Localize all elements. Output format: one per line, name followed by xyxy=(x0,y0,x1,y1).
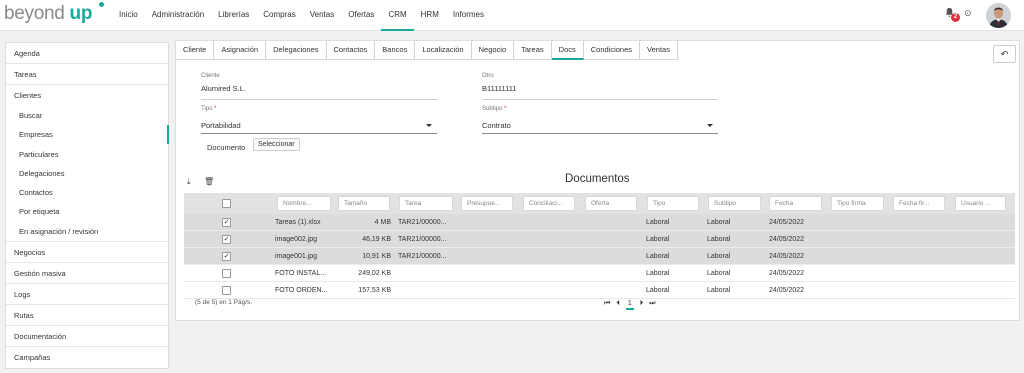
tab-localizacion[interactable]: Localización xyxy=(415,41,472,60)
sidebar: Agenda Tareas Clientes Buscar Empresas P… xyxy=(5,42,169,370)
tab-ventas[interactable]: Ventas xyxy=(640,41,678,60)
sidebar-item-tareas[interactable]: Tareas xyxy=(6,64,168,85)
tab-tareas[interactable]: Tareas xyxy=(514,41,552,60)
table-row[interactable]: ✓ Tareas (1).xlsx 4 MB TAR21/00000... La… xyxy=(184,214,1015,231)
tipo-select[interactable]: Portabilidad xyxy=(201,121,437,133)
sidebar-item-documentacion[interactable]: Documentación xyxy=(6,326,168,348)
tab-delegaciones[interactable]: Delegaciones xyxy=(266,41,327,60)
tab-docs[interactable]: Docs xyxy=(551,41,584,60)
nav-administracion[interactable]: Administración xyxy=(145,0,211,31)
trash-icon[interactable]: 🗑 xyxy=(204,177,214,186)
back-button[interactable]: ↶ xyxy=(993,45,1016,63)
sidebar-sub-empresas[interactable]: Empresas xyxy=(6,125,169,145)
app-logo[interactable]: beyond up xyxy=(4,2,104,25)
sidebar-sub-particulares[interactable]: Particulares xyxy=(6,145,168,164)
sidebar-sub-por-etiqueta[interactable]: Por etiqueta xyxy=(6,202,168,221)
nav-inicio[interactable]: Inicio xyxy=(112,0,145,31)
main-nav: Inicio Administración Librerías Compras … xyxy=(112,0,491,31)
cliente-value: Alumired S.L. xyxy=(201,84,247,93)
filter-oferta[interactable]: Oferta xyxy=(585,196,637,211)
first-page-icon[interactable]: ⏮ xyxy=(604,297,610,310)
nav-informes[interactable]: Informes xyxy=(446,0,491,31)
filter-tarea[interactable]: Tarea xyxy=(399,196,453,211)
settings-icon[interactable]: ⊙ xyxy=(964,8,972,19)
sidebar-sub-delegaciones[interactable]: Delegaciones xyxy=(6,164,168,183)
tab-condiciones[interactable]: Condiciones xyxy=(583,41,641,60)
sidebar-sub-buscar[interactable]: Buscar xyxy=(6,106,168,125)
row-checkbox[interactable] xyxy=(222,286,231,295)
sidebar-item-clientes[interactable]: Clientes xyxy=(6,85,168,106)
table-row[interactable]: ✓ image002.jpg 46,19 KB TAR21/00000... L… xyxy=(184,231,1015,248)
sidebar-item-agenda[interactable]: Agenda xyxy=(6,43,168,64)
tab-asignacion[interactable]: Asignación xyxy=(214,41,267,60)
last-page-icon[interactable]: ⏭ xyxy=(649,297,655,310)
filter-fecha-firma[interactable]: Fecha fir... xyxy=(893,196,945,211)
documents-title: Documentos xyxy=(565,173,630,185)
notifications-button[interactable]: 2 xyxy=(944,7,960,22)
notification-badge: 2 xyxy=(951,13,960,22)
sidebar-item-gestion-masiva[interactable]: Gestión masiva xyxy=(6,263,168,285)
clientes-submenu: Buscar Empresas Particulares Delegacione… xyxy=(6,106,169,243)
row-checkbox[interactable]: ✓ xyxy=(222,235,231,244)
pagination: ⏮ ⏴ 1 ⏵ ⏭ xyxy=(604,297,662,310)
sidebar-item-rutas[interactable]: Rutas xyxy=(6,305,168,327)
subtipo-label: Subtipo * xyxy=(482,106,507,112)
row-checkbox[interactable]: ✓ xyxy=(222,218,231,227)
filter-conciliacion[interactable]: Conciliaci... xyxy=(523,196,575,211)
top-bar: beyond up Inicio Administración Librería… xyxy=(0,0,1024,31)
prev-page-icon[interactable]: ⏴ xyxy=(616,297,620,310)
next-page-icon[interactable]: ⏵ xyxy=(640,297,644,310)
documento-label: Documento xyxy=(207,143,246,152)
sidebar-sub-en-asignacion[interactable]: En asignación / revisión xyxy=(6,222,168,241)
tab-bar: Cliente Asignación Delegaciones Contacto… xyxy=(176,41,678,60)
nav-compras[interactable]: Compras xyxy=(256,0,302,31)
filter-tipo[interactable]: Tipo xyxy=(647,196,699,211)
filter-row: Nombre... Tamaño Tarea Presupue... Conci… xyxy=(184,193,1015,214)
tab-contactos[interactable]: Contactos xyxy=(326,41,376,60)
table-row[interactable]: FOTO ORDEN... 157,53 KB Laboral Laboral … xyxy=(184,282,1015,299)
nav-crm[interactable]: CRM xyxy=(381,0,414,31)
sidebar-sub-contactos[interactable]: Contactos xyxy=(6,183,168,202)
seleccionar-button[interactable]: Seleccionar xyxy=(253,138,300,151)
filter-tipo-firma[interactable]: Tipo firma xyxy=(831,196,884,211)
undo-arrow-icon: ↶ xyxy=(1000,49,1009,59)
sidebar-item-negocios[interactable]: Negocios xyxy=(6,242,168,264)
tab-cliente[interactable]: Cliente xyxy=(176,41,215,60)
main-panel: Cliente Asignación Delegaciones Contacto… xyxy=(175,40,1020,321)
otro-value: B11111111 xyxy=(482,84,517,93)
table-row[interactable]: FOTO INSTAL... 249,02 KB Laboral Laboral… xyxy=(184,265,1015,282)
nav-hrm[interactable]: HRM xyxy=(414,0,446,31)
nav-ventas[interactable]: Ventas xyxy=(303,0,341,31)
filter-nombre[interactable]: Nombre... xyxy=(277,196,331,211)
filter-usuario[interactable]: Usuario ... xyxy=(955,196,1006,211)
pagination-summary: (5 de 5) en 1 Pág/s. xyxy=(195,299,253,306)
filter-presupuesto[interactable]: Presupue... xyxy=(461,196,513,211)
sidebar-item-campanas[interactable]: Campañas xyxy=(6,347,168,368)
tab-bancos[interactable]: Bancos xyxy=(375,41,416,60)
filter-tamano[interactable]: Tamaño xyxy=(338,196,390,211)
subtipo-select[interactable]: Contrato xyxy=(482,121,718,133)
page-number[interactable]: 1 xyxy=(625,297,634,310)
table-row[interactable]: ✓ image001.jpg 10,91 KB TAR21/00000... L… xyxy=(184,248,1015,265)
filter-fecha[interactable]: Fecha xyxy=(769,196,822,211)
cliente-label: Cliente xyxy=(201,73,220,79)
chevron-down-icon xyxy=(426,124,432,127)
select-all-checkbox[interactable] xyxy=(222,199,231,208)
download-icon[interactable]: ⤓ xyxy=(187,177,191,187)
nav-ofertas[interactable]: Ofertas xyxy=(341,0,381,31)
filter-subtipo[interactable]: Subtipo xyxy=(708,196,761,211)
nav-librerias[interactable]: Librerías xyxy=(211,0,256,31)
tipo-label: Tipo * xyxy=(201,106,217,112)
sidebar-item-logs[interactable]: Logs xyxy=(6,284,168,306)
otro-label: Otro xyxy=(482,73,494,79)
chevron-down-icon xyxy=(707,124,713,127)
tab-negocio[interactable]: Negocio xyxy=(471,41,515,60)
row-checkbox[interactable]: ✓ xyxy=(222,252,231,261)
row-checkbox[interactable] xyxy=(222,269,231,278)
avatar[interactable] xyxy=(986,3,1011,28)
